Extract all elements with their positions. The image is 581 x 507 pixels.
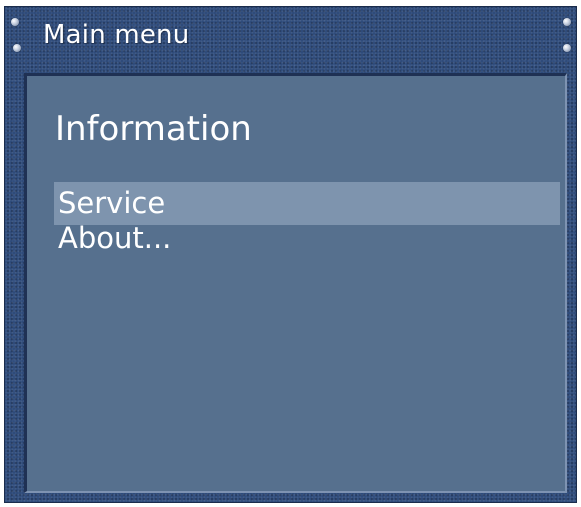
screw-icon bbox=[563, 44, 571, 52]
screw-icon bbox=[11, 18, 19, 26]
screw-icon bbox=[563, 18, 571, 26]
main-menu-window: Main menu Information Service About... bbox=[4, 6, 577, 503]
window-title: Main menu bbox=[43, 20, 190, 50]
menu-item-about[interactable]: About... bbox=[54, 223, 560, 257]
menu-item-service[interactable]: Service bbox=[54, 182, 560, 225]
menu-list: Service About... bbox=[54, 182, 560, 257]
screw-icon bbox=[13, 44, 21, 52]
section-heading: Information bbox=[55, 109, 252, 149]
content-panel: Information Service About... bbox=[24, 73, 567, 493]
